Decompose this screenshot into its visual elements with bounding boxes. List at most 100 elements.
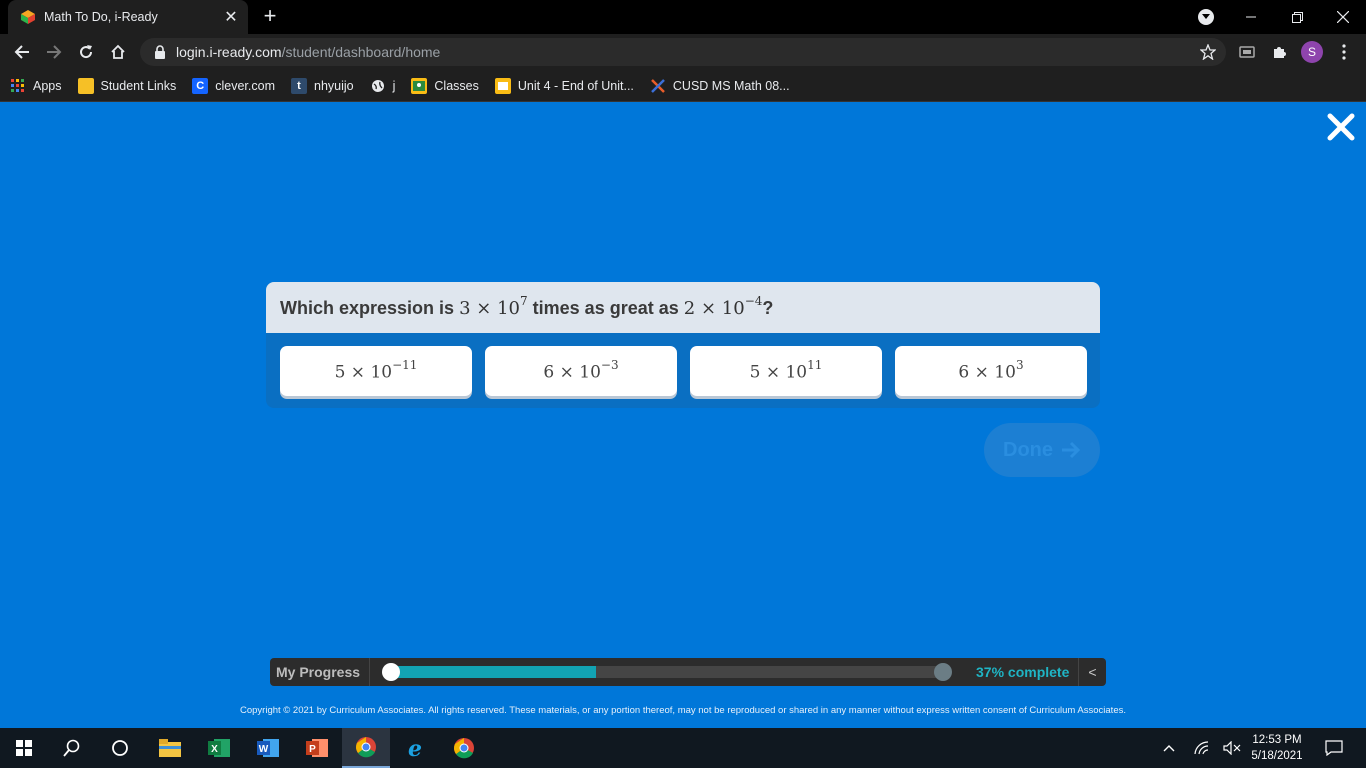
word-icon: W [257,739,279,757]
copyright-text: Copyright © 2021 by Curriculum Associate… [240,705,1126,716]
question-term-2: 2 × 10−4 [683,294,763,319]
powerpoint-icon: P [306,739,328,757]
answer-expression: 5 × 10−11 [334,357,418,383]
cortana-circle-icon [112,740,128,756]
clever-logo-icon: C [192,77,209,94]
tab-title: Math To Do, i-Ready [44,10,158,24]
clock-date: 5/18/2021 [1251,750,1303,762]
start-button[interactable] [0,728,48,768]
bookmark-label: CUSD MS Math 08... [672,78,790,93]
slides-icon [494,77,511,94]
progress-percent: 37% complete [976,664,1070,680]
windows-taskbar: X W P e 12:53 PM 5/18/2021 [0,728,1366,768]
menu-kebab-icon[interactable] [1334,42,1354,62]
bookmark-label: Student Links [100,78,177,93]
note-icon [77,77,94,94]
address-bar[interactable]: login.i-ready.com/student/dashboard/home [140,38,1226,66]
forward-button[interactable] [40,38,68,66]
close-window-button[interactable] [1320,0,1366,34]
bookmark-classes[interactable]: Classes [411,74,479,98]
home-button[interactable] [104,38,132,66]
svg-text:e: e [408,737,422,759]
search-icon [63,739,80,757]
answer-expression: 6 × 103 [958,357,1024,383]
cast-extension-icon[interactable] [1237,42,1257,62]
new-tab-button[interactable]: + [258,5,282,28]
classroom-icon [411,77,428,94]
cortana-button[interactable] [96,728,144,768]
question-middle: times as great as [532,298,679,318]
answer-choice-b[interactable]: 6 × 10−3 [485,346,677,396]
url-host: login.i-ready.com [176,44,282,60]
show-hidden-icons-chevron-icon[interactable] [1158,728,1180,768]
taskbar-word[interactable]: W [244,728,292,768]
bookmark-clever[interactable]: C clever.com [192,74,275,98]
bookmarks-bar: Apps Student Links C clever.com t nhyuij… [0,70,1366,102]
taskbar-chrome-active[interactable] [342,728,390,768]
browser-toolbar: login.i-ready.com/student/dashboard/home… [0,34,1366,70]
bookmark-apps[interactable]: Apps [10,74,62,98]
tumblr-logo-icon: t [291,77,307,94]
minimize-button[interactable] [1228,0,1274,34]
bookmark-j[interactable]: j [370,74,395,98]
bookmark-label: Apps [33,78,62,93]
tab-search-icon[interactable] [1198,9,1214,25]
done-label: Done [1003,438,1053,461]
progress-collapse-button[interactable]: < [1078,658,1106,686]
reload-button[interactable] [72,38,100,66]
answer-choices: 5 × 10−11 6 × 10−3 5 × 1011 6 × 103 [280,346,1087,396]
excel-icon: X [208,739,230,757]
taskbar-excel[interactable]: X [195,728,243,768]
browser-tabstrip: Math To Do, i-Ready ✕ + [0,0,1366,34]
bookmark-star-icon[interactable] [1200,44,1216,60]
bookmark-student-links[interactable]: Student Links [77,74,177,98]
profile-avatar[interactable]: S [1301,41,1323,63]
extensions-puzzle-icon[interactable] [1269,42,1289,62]
answer-choice-a[interactable]: 5 × 10−11 [280,346,472,396]
iready-favicon-icon [21,10,35,24]
question-suffix: ? [762,298,774,318]
progress-track [392,666,944,678]
bookmark-label: clever.com [215,78,275,93]
tab-close-icon[interactable]: ✕ [220,7,242,27]
notification-center-icon[interactable] [1320,728,1348,768]
taskbar-powerpoint[interactable]: P [293,728,341,768]
bookmark-label: Classes [434,78,479,93]
bookmark-label: Unit 4 - End of Unit... [517,78,634,93]
progress-fill [392,666,597,678]
back-arrow-icon [14,45,29,59]
windows-logo-icon [16,740,32,756]
svg-text:X: X [211,744,218,755]
x-logo-icon [650,78,666,94]
answer-choice-d[interactable]: 6 × 103 [895,346,1087,396]
network-icon[interactable] [1190,728,1214,768]
taskbar-edge-legacy[interactable]: e [391,728,439,768]
svg-text:P: P [309,744,316,755]
taskbar-chrome[interactable] [440,728,488,768]
globe-icon [370,78,386,94]
bookmark-nhyuijo[interactable]: t nhyuijo [291,74,354,98]
apps-grid-icon [10,78,26,94]
restore-button[interactable] [1274,0,1320,34]
clock-time: 12:53 PM [1252,734,1302,746]
answer-expression: 6 × 10−3 [543,357,619,383]
system-clock[interactable]: 12:53 PM 5/18/2021 [1244,732,1310,764]
close-lesson-icon[interactable] [1326,112,1356,142]
question-card: Which expression is 3 × 107 times as gre… [266,282,1100,408]
forward-arrow-icon [47,45,62,59]
question-term-1: 3 × 107 [459,294,528,319]
answer-expression: 5 × 1011 [749,357,823,383]
question-prefix: Which expression is [280,298,455,318]
search-button[interactable] [48,728,96,768]
bookmark-cusd-math[interactable]: CUSD MS Math 08... [650,74,790,98]
done-button[interactable]: Done [984,423,1100,477]
progress-end-marker [934,663,952,681]
answer-choice-c[interactable]: 5 × 1011 [690,346,882,396]
volume-muted-icon[interactable] [1220,728,1244,768]
back-button[interactable] [8,38,36,66]
bookmark-unit-4[interactable]: Unit 4 - End of Unit... [494,74,634,98]
svg-text:W: W [259,744,269,755]
taskbar-file-explorer[interactable] [146,728,194,768]
chrome-icon [356,737,376,758]
browser-tab[interactable]: Math To Do, i-Ready ✕ [8,0,248,34]
